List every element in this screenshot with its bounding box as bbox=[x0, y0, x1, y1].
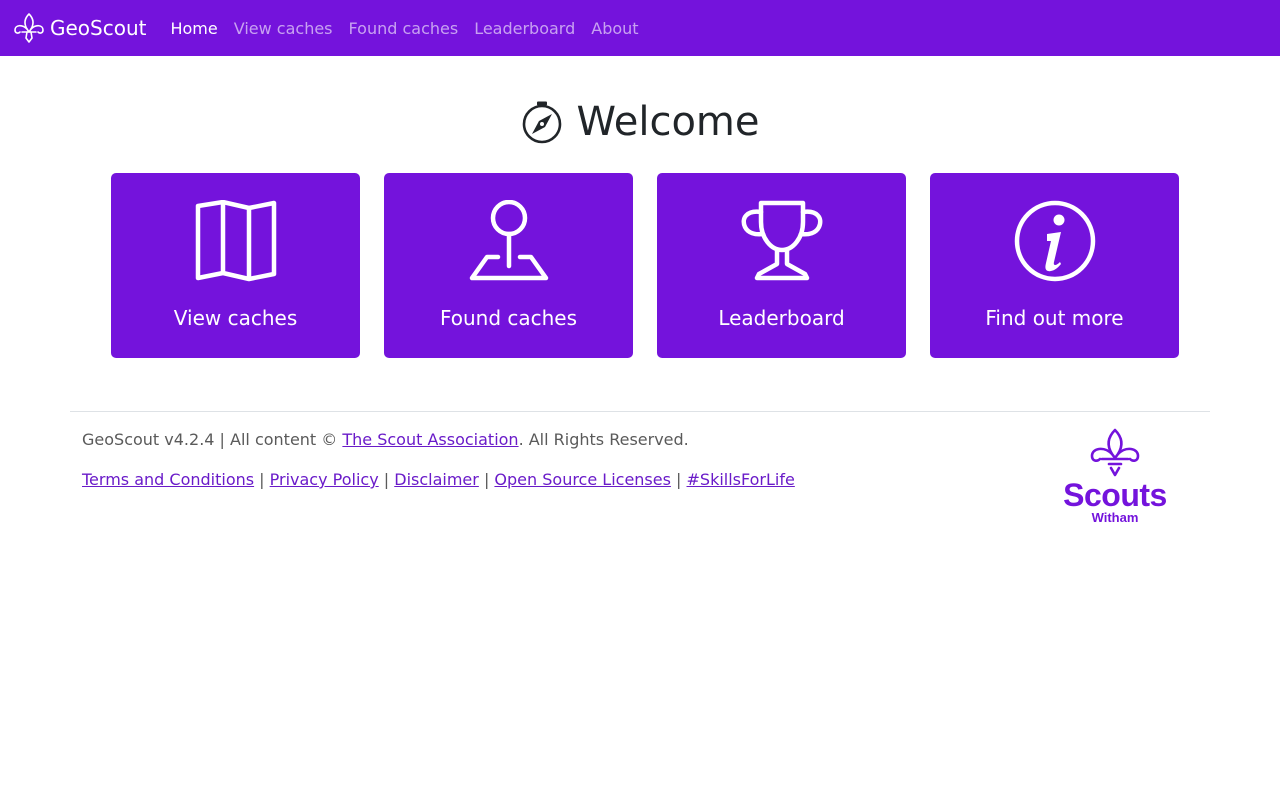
separator: | bbox=[670, 470, 687, 489]
compass-icon bbox=[522, 101, 561, 144]
card-label: Leaderboard bbox=[718, 306, 845, 330]
scout-association-link[interactable]: The Scout Association bbox=[342, 430, 518, 449]
card-view-caches[interactable]: View caches bbox=[111, 173, 360, 358]
licenses-link[interactable]: Open Source Licenses bbox=[494, 470, 671, 489]
nav-about[interactable]: About bbox=[583, 19, 646, 38]
nav-view-caches[interactable]: View caches bbox=[226, 19, 341, 38]
scouts-wordmark: Scouts bbox=[1063, 477, 1167, 513]
skills-for-life-link[interactable]: #SkillsForLife bbox=[687, 470, 795, 489]
card-find-out-more[interactable]: Find out more bbox=[930, 173, 1179, 358]
scouts-group-name: Witham bbox=[1091, 510, 1139, 525]
info-icon bbox=[1014, 200, 1095, 282]
scouts-witham-logo: Scouts Witham bbox=[1058, 428, 1172, 525]
card-label: Find out more bbox=[985, 306, 1124, 330]
map-icon bbox=[195, 200, 276, 282]
terms-link[interactable]: Terms and Conditions bbox=[82, 470, 254, 489]
nav-home[interactable]: Home bbox=[162, 19, 225, 38]
nav-leaderboard[interactable]: Leaderboard bbox=[466, 19, 583, 38]
brand-name: GeoScout bbox=[50, 16, 147, 40]
disclaimer-link[interactable]: Disclaimer bbox=[394, 470, 479, 489]
separator: | bbox=[478, 470, 495, 489]
page-title: Welcome bbox=[0, 98, 1280, 146]
card-found-caches[interactable]: Found caches bbox=[384, 173, 633, 358]
fleur-de-lis-icon bbox=[14, 13, 44, 43]
welcome-text: Welcome bbox=[576, 99, 760, 145]
separator: | bbox=[378, 470, 395, 489]
brand-link[interactable]: GeoScout bbox=[12, 12, 146, 44]
nav-found-caches[interactable]: Found caches bbox=[341, 19, 467, 38]
footer: GeoScout v4.2.4 | All content © The Scou… bbox=[70, 411, 1210, 541]
top-navbar: GeoScout Home View caches Found caches L… bbox=[0, 0, 1280, 56]
card-label: Found caches bbox=[439, 306, 578, 330]
footer-copyright: GeoScout v4.2.4 | All content © The Scou… bbox=[82, 430, 689, 449]
card-leaderboard[interactable]: Leaderboard bbox=[657, 173, 906, 358]
privacy-link[interactable]: Privacy Policy bbox=[270, 470, 379, 489]
map-pin-icon bbox=[469, 200, 548, 281]
card-grid: View caches Found caches Leaderboard Fin… bbox=[0, 173, 1280, 358]
card-label: View caches bbox=[173, 306, 298, 330]
separator: | bbox=[254, 470, 270, 489]
trophy-icon bbox=[741, 200, 822, 281]
fleur-de-lis-icon bbox=[1090, 428, 1140, 477]
version-text: GeoScout v4.2.4 | All content © bbox=[82, 430, 343, 449]
rights-text: . All Rights Reserved. bbox=[518, 430, 689, 449]
footer-links: Terms and Conditions | Privacy Policy | … bbox=[82, 470, 795, 489]
